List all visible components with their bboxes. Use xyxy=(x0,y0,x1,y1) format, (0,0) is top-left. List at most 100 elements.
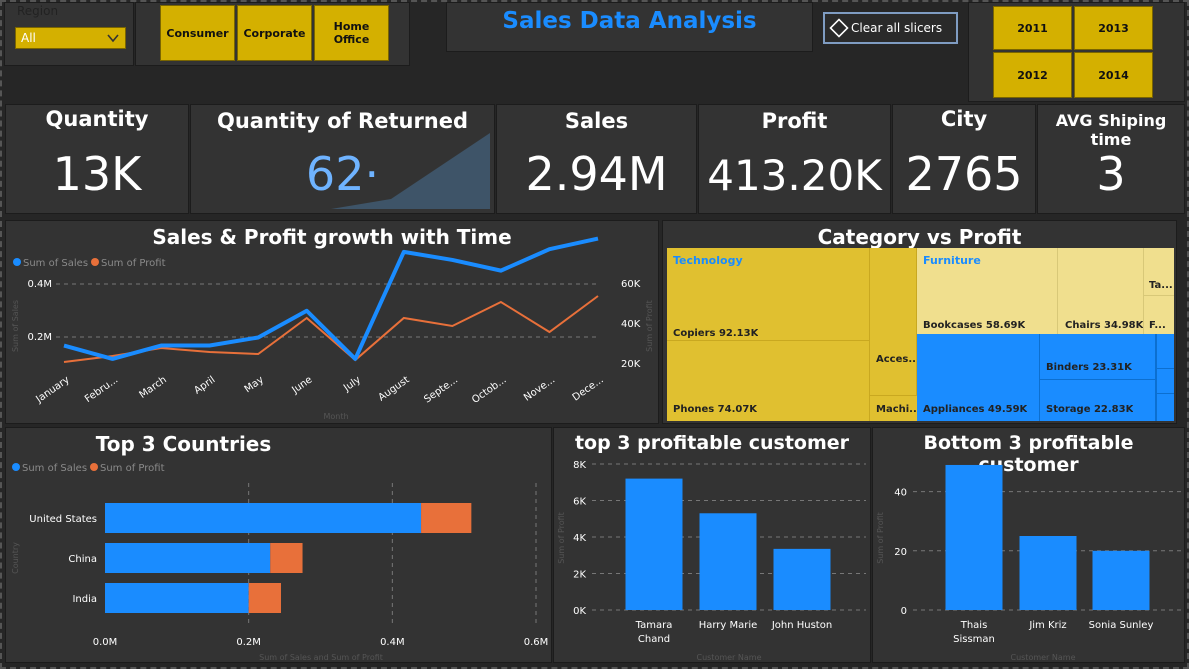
x-tick-label: Nove... xyxy=(522,374,557,403)
y-tick-label: United States xyxy=(29,514,97,525)
clear-slicers-button[interactable]: Clear all slicers xyxy=(823,12,958,44)
kpi-city-title: City xyxy=(940,107,988,131)
y-right-axis-label: Sum of Profit xyxy=(645,300,654,352)
bar[interactable] xyxy=(699,513,757,610)
treemap-label: Copiers 92.13K xyxy=(673,328,759,339)
y-tick-label: 40 xyxy=(894,488,907,499)
x-tick-label: 0.4M xyxy=(380,637,405,648)
bar-profit[interactable] xyxy=(248,583,281,613)
y-left-tick: 0.2M xyxy=(27,332,52,343)
region-dropdown[interactable]: All xyxy=(15,27,126,49)
kpi-quantity-title: Quantity xyxy=(45,107,149,131)
kpi-profit: Profit 413.20K xyxy=(698,104,891,214)
treemap-label: Binders 23.31K xyxy=(1046,362,1132,373)
kpi-ship-value: 3 xyxy=(1096,147,1126,201)
y-tick-label: 2K xyxy=(573,570,586,581)
segment-button-home-office-label: Home Office xyxy=(333,20,370,46)
bar-profit[interactable] xyxy=(421,503,472,533)
eraser-icon xyxy=(828,17,850,43)
kpi-city-value: 2765 xyxy=(905,147,1023,201)
legend-profit-dot xyxy=(90,463,98,471)
y-tick-label: 0 xyxy=(901,606,907,617)
y-axis-label: Sum of Profit xyxy=(557,512,566,564)
legend-profit-label: Sum of Profit xyxy=(101,258,166,269)
kpi-returned-value: 62· xyxy=(305,147,380,201)
treemap-label: Bookcases 58.69K xyxy=(923,320,1026,331)
bar-sales[interactable] xyxy=(105,543,271,573)
x-tick-label: 0.0M xyxy=(93,637,118,648)
y-axis-label: Sum of Profit xyxy=(876,512,885,564)
legend-sales-dot xyxy=(12,463,20,471)
treemap-cell-accessories[interactable] xyxy=(870,248,917,395)
y-right-tick: 40K xyxy=(621,319,641,330)
bottom-customers-chart: Sum of Profit Customer Name 40 20 0 Thais S… xyxy=(876,464,1181,662)
y-tick-label: 20 xyxy=(894,547,907,558)
treemap-label: Phones 74.07K xyxy=(673,404,758,415)
x-tick-label: John Huston xyxy=(771,620,832,631)
legend-profit-dot xyxy=(91,258,99,266)
y-tick-label: 8K xyxy=(573,460,586,471)
year-button-2013[interactable]: 2013 xyxy=(1074,6,1153,50)
y-tick-label: 0K xyxy=(573,606,586,617)
countries-chart: Sum of Sales Sum of Profit Country Sum o… xyxy=(11,463,548,662)
x-tick-label: 0.2M xyxy=(236,637,261,648)
x-axis-label: Month xyxy=(323,412,348,421)
x-tick-label: August xyxy=(377,374,412,403)
bar[interactable] xyxy=(773,548,831,610)
bar[interactable] xyxy=(945,464,1003,610)
x-tick-label: Febru... xyxy=(83,374,120,405)
x-tick-label: May xyxy=(243,374,266,395)
treemap-title: Category vs Profit xyxy=(817,225,1022,249)
legend-sales-label: Sum of Sales xyxy=(23,258,88,269)
sales-line[interactable] xyxy=(63,236,599,361)
title-panel: Sales Data Analysis xyxy=(446,2,813,52)
segment-button-consumer[interactable]: Consumer xyxy=(160,5,235,61)
x-tick-label: March xyxy=(138,374,169,400)
region-slicer-title: Region xyxy=(17,4,59,18)
treemap-cell-small xyxy=(1156,368,1174,394)
treemap-category-furniture: Furniture xyxy=(923,254,981,267)
kpi-sales-title: Sales xyxy=(564,109,629,133)
x-tick-label: Dece... xyxy=(571,374,606,403)
y-tick-label: 4K xyxy=(573,533,586,544)
kpi-returned-title: Quantity of Returned xyxy=(216,109,469,133)
y-tick-label: China xyxy=(68,554,97,565)
year-button-2012[interactable]: 2012 xyxy=(993,52,1072,98)
region-slicer: Region All xyxy=(4,2,134,66)
y-tick-label: India xyxy=(72,594,97,605)
bar-sales[interactable] xyxy=(105,583,249,613)
line-chart: Sum of Sales Sum of Profit 0.4M 0.2M 60K… xyxy=(11,236,654,421)
bar-profit[interactable] xyxy=(270,543,303,573)
segment-button-corporate[interactable]: Corporate xyxy=(237,5,312,61)
kpi-ship: AVG Shiping time 3 xyxy=(1037,104,1185,214)
y-right-tick: 60K xyxy=(621,279,641,290)
x-tick-label: Septe... xyxy=(422,374,460,405)
kpi-quantity: Quantity 13K xyxy=(5,104,189,214)
x-tick-label: Thais Sissman xyxy=(953,620,995,645)
treemap-label: F... xyxy=(1149,320,1166,331)
y-tick-label: 6K xyxy=(573,497,586,508)
treemap-label: Chairs 34.98K xyxy=(1065,320,1144,331)
legend-sales-dot xyxy=(13,258,21,266)
treemap-label: Appliances 49.59K xyxy=(923,404,1028,415)
x-tick-label: Harry Marie xyxy=(699,620,758,631)
top-customers-chart: Sum of Profit Customer Name 8K 6K 4K 2K 0K T… xyxy=(557,460,866,662)
treemap-panel: Category vs Profit Technology Furniture … xyxy=(662,220,1177,424)
year-button-2011[interactable]: 2011 xyxy=(993,6,1072,50)
bar[interactable] xyxy=(1019,536,1077,610)
y-left-tick: 0.4M xyxy=(27,279,52,290)
year-button-2014[interactable]: 2014 xyxy=(1074,52,1153,98)
segment-button-home-office[interactable]: Home Office xyxy=(314,5,389,61)
legend-sales-label: Sum of Sales xyxy=(22,463,87,474)
chevron-down-icon xyxy=(107,30,119,49)
bar[interactable] xyxy=(1092,550,1150,610)
x-axis-label: Customer Name xyxy=(1010,653,1075,662)
legend-profit-label: Sum of Profit xyxy=(100,463,165,474)
kpi-profit-title: Profit xyxy=(761,109,828,133)
treemap-category-technology: Technology xyxy=(673,254,743,267)
bar-sales[interactable] xyxy=(105,503,422,533)
x-tick-label: June xyxy=(289,374,314,396)
kpi-city: City 2765 xyxy=(892,104,1036,214)
bar[interactable] xyxy=(625,478,683,610)
clear-slicers-label: Clear all slicers xyxy=(851,21,943,35)
